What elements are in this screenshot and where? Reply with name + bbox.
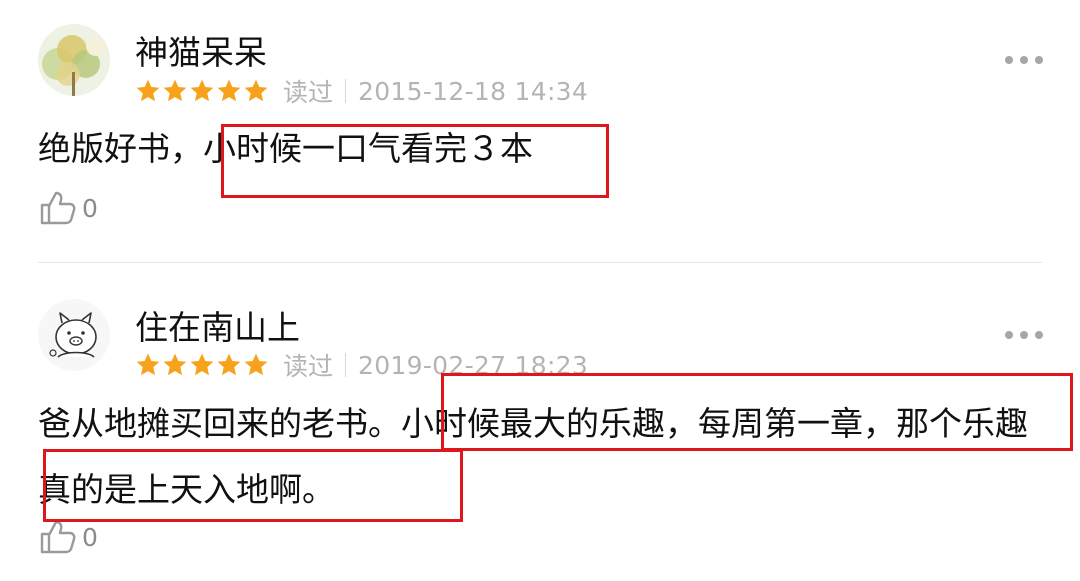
- review-datetime: 2015-12-18 14:34: [358, 76, 589, 106]
- like-button[interactable]: 0: [38, 517, 98, 557]
- review-meta: 读过 2019-02-27 18:23: [135, 350, 589, 381]
- more-options-icon[interactable]: [1005, 328, 1043, 342]
- review-item: 神猫呆呆 读过 2015-12-18 14:34 绝版好书，小时候一口气看完３本…: [0, 0, 1080, 262]
- avatar[interactable]: [38, 299, 110, 371]
- more-options-icon[interactable]: [1005, 53, 1043, 67]
- thumbs-up-icon: [40, 191, 76, 225]
- cartoon-pig-avatar-icon: [38, 299, 110, 371]
- star-icon: [189, 78, 215, 104]
- username[interactable]: 住在南山上: [135, 301, 300, 349]
- star-rating: [135, 352, 269, 378]
- star-icon: [243, 78, 269, 104]
- star-icon: [243, 352, 269, 378]
- star-icon: [162, 352, 188, 378]
- star-icon: [135, 78, 161, 104]
- meta-divider: [345, 353, 347, 377]
- star-icon: [135, 352, 161, 378]
- review-meta: 读过 2015-12-18 14:34: [135, 76, 589, 107]
- star-icon: [216, 352, 242, 378]
- thumbs-up-icon: [40, 520, 76, 554]
- read-status: 读过: [283, 352, 334, 381]
- username[interactable]: 神猫呆呆: [135, 26, 267, 74]
- review-content: 爸从地摊买回来的老书。小时候最大的乐趣，每周第一章，那个乐趣真的是上天入地啊。: [38, 404, 1028, 509]
- star-icon: [216, 78, 242, 104]
- star-icon: [189, 352, 215, 378]
- review-datetime: 2019-02-27 18:23: [358, 350, 589, 380]
- like-button[interactable]: 0: [38, 188, 98, 228]
- read-status: 读过: [283, 78, 334, 107]
- avatar[interactable]: [38, 24, 110, 96]
- review-item: 住在南山上 读过 2019-02-27 18:23 爸从地摊买回来的老书。小时候…: [0, 263, 1080, 581]
- star-icon: [162, 78, 188, 104]
- review-content: 绝版好书，小时候一口气看完３本: [38, 129, 533, 168]
- star-rating: [135, 78, 269, 104]
- like-count: 0: [82, 522, 98, 552]
- tree-photo-avatar-icon: [38, 24, 110, 96]
- meta-divider: [345, 79, 347, 103]
- like-count: 0: [82, 193, 98, 223]
